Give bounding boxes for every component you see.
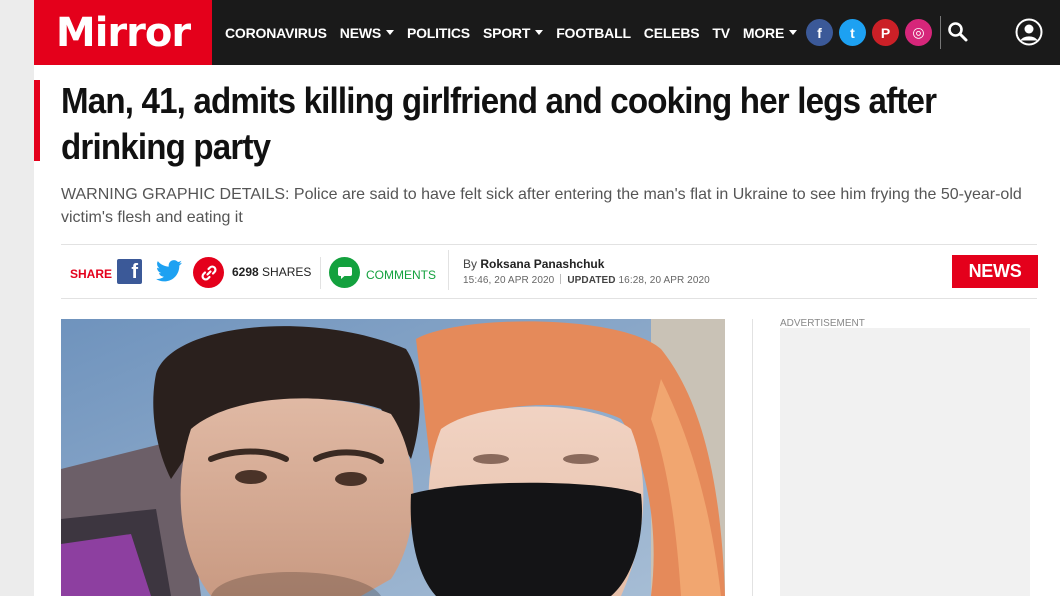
nav-item-label: MORE: [742, 24, 785, 41]
nav-item-celebs[interactable]: CELEBS: [644, 25, 700, 41]
nav-item-label: NEWS: [339, 24, 381, 41]
search-icon[interactable]: [946, 20, 970, 44]
social-links: f t P ◎: [806, 19, 932, 46]
nav-item-coronavirus[interactable]: CORONAVIRUS: [225, 25, 327, 41]
advertisement-slot[interactable]: [780, 328, 1030, 596]
nav-item-label: SPORT: [482, 24, 531, 41]
article-headline: Man, 41, admits killing girlfriend and c…: [61, 80, 937, 167]
share-row-bottom-rule: [61, 298, 1037, 299]
nav-item-tv[interactable]: TV: [712, 25, 730, 41]
nav-item-label: FOOTBALL: [556, 24, 631, 41]
twitter-share-icon[interactable]: [156, 259, 182, 283]
nav-divider: [940, 16, 941, 49]
article-standfirst: WARNING GRAPHIC DETAILS: Police are said…: [61, 186, 1022, 226]
share-row-top-rule: [61, 244, 1037, 245]
main-nav: CORONAVIRUS NEWS POLITICS SPORT FOOTBALL CELE…: [225, 0, 810, 65]
share-count: 6298 SHARES: [232, 265, 311, 279]
comments-icon[interactable]: [329, 257, 360, 288]
share-divider: [320, 257, 321, 289]
article-dates: 15:46, 20 APR 2020 UPDATED 16:28, 20 APR …: [463, 274, 710, 286]
dates-separator: [560, 274, 562, 284]
caret-down-icon: [789, 30, 798, 35]
caret-down-icon: [385, 30, 394, 35]
nav-item-politics[interactable]: POLITICS: [407, 25, 470, 41]
section-badge[interactable]: NEWS: [952, 255, 1038, 288]
nav-item-more[interactable]: MORE: [742, 24, 798, 41]
mirror-logo[interactable]: Mirror: [34, 0, 212, 65]
updated-label: UPDATED: [567, 275, 616, 286]
nav-item-football[interactable]: FOOTBALL: [556, 25, 631, 41]
nav-item-news[interactable]: NEWS: [340, 25, 394, 41]
nav-item-label: TV: [712, 24, 730, 41]
published-time: 15:46, 20 APR 2020: [463, 275, 555, 286]
sidebar-divider: [752, 319, 753, 596]
share-label: SHARE: [70, 267, 113, 281]
comments-link[interactable]: COMMENTS: [366, 268, 436, 282]
twitter-icon[interactable]: t: [839, 19, 866, 46]
top-navigation-bar: Mirror CORONAVIRUS NEWS POLITICS SPORT FOOTB…: [34, 0, 1060, 65]
byline-prefix: By: [463, 257, 478, 271]
facebook-share-icon[interactable]: f: [117, 259, 142, 284]
copy-link-icon[interactable]: [193, 257, 224, 288]
nav-item-label: POLITICS: [406, 24, 470, 41]
updated-time: 16:28, 20 APR 2020: [618, 275, 710, 286]
headline-accent-bar: [34, 80, 40, 161]
byline: By Roksana Panashchuk: [463, 257, 604, 271]
caret-down-icon: [535, 30, 544, 35]
share-count-suffix: SHARES: [262, 265, 312, 279]
nav-item-label: CELEBS: [643, 24, 700, 41]
account-icon[interactable]: [1015, 18, 1043, 46]
byline-divider: [448, 250, 449, 290]
share-count-number: 6298: [232, 265, 259, 279]
article-hero-image[interactable]: [61, 319, 725, 596]
instagram-icon[interactable]: ◎: [905, 19, 932, 46]
author-name[interactable]: Roksana Panashchuk: [480, 257, 604, 271]
nav-item-label: CORONAVIRUS: [225, 24, 327, 41]
pinterest-icon[interactable]: P: [872, 19, 899, 46]
facebook-icon[interactable]: f: [806, 19, 833, 46]
nav-item-sport[interactable]: SPORT: [482, 24, 544, 41]
